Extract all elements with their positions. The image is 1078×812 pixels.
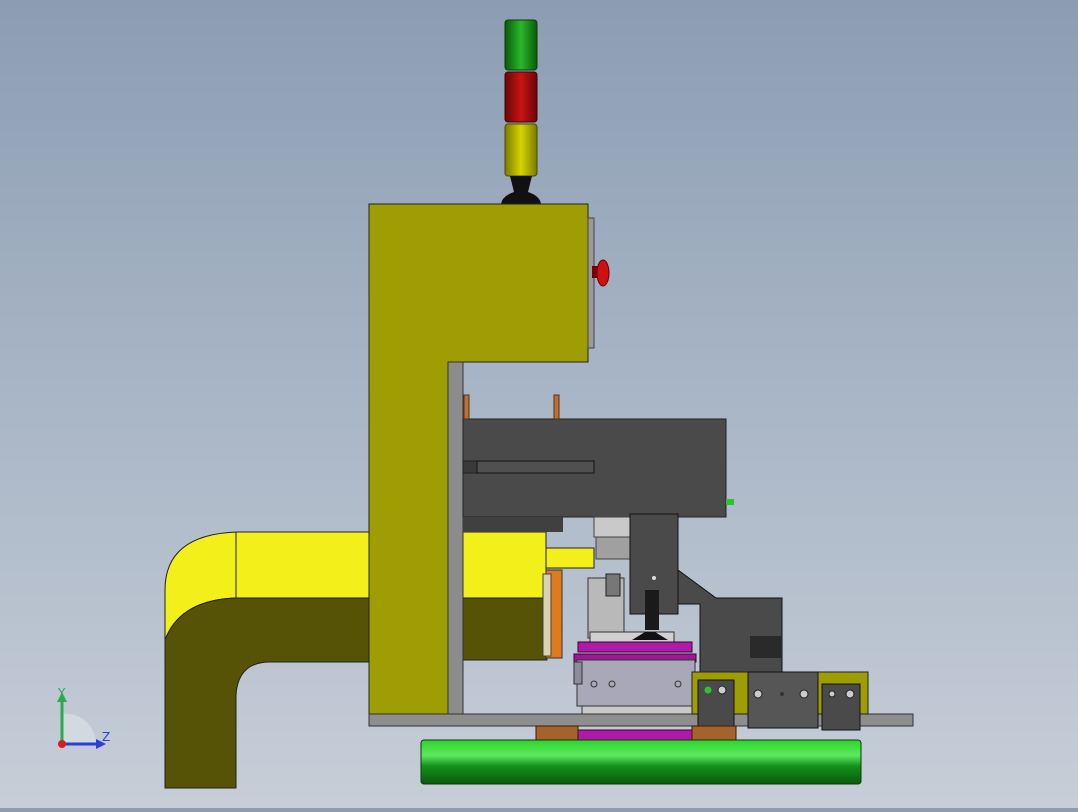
axis-z-label: Z bbox=[102, 730, 111, 744]
green-fitting-icon[interactable] bbox=[726, 499, 734, 505]
signal-light-yellow[interactable] bbox=[504, 123, 538, 177]
triad-icon bbox=[57, 692, 106, 749]
inner-column bbox=[447, 361, 464, 715]
press-head[interactable] bbox=[462, 418, 734, 532]
green-conveyor-tube[interactable] bbox=[420, 739, 862, 785]
side-panel bbox=[587, 217, 595, 349]
signal-tower-base bbox=[501, 176, 541, 204]
signal-tower[interactable] bbox=[501, 19, 541, 204]
signal-light-green[interactable] bbox=[504, 19, 538, 71]
slide-block[interactable] bbox=[573, 659, 696, 715]
cad-viewport[interactable]: Y Z bbox=[0, 0, 1078, 808]
model-canvas[interactable] bbox=[0, 0, 1078, 808]
copper-pins bbox=[463, 394, 560, 420]
coordinate-triad: Y Z bbox=[40, 680, 130, 760]
emergency-stop-button[interactable] bbox=[592, 259, 610, 287]
e-stop-icon[interactable] bbox=[596, 259, 610, 287]
signal-light-red[interactable] bbox=[504, 71, 538, 123]
axis-y-label: Y bbox=[58, 686, 66, 700]
right-bracket-assembly[interactable] bbox=[691, 671, 869, 731]
